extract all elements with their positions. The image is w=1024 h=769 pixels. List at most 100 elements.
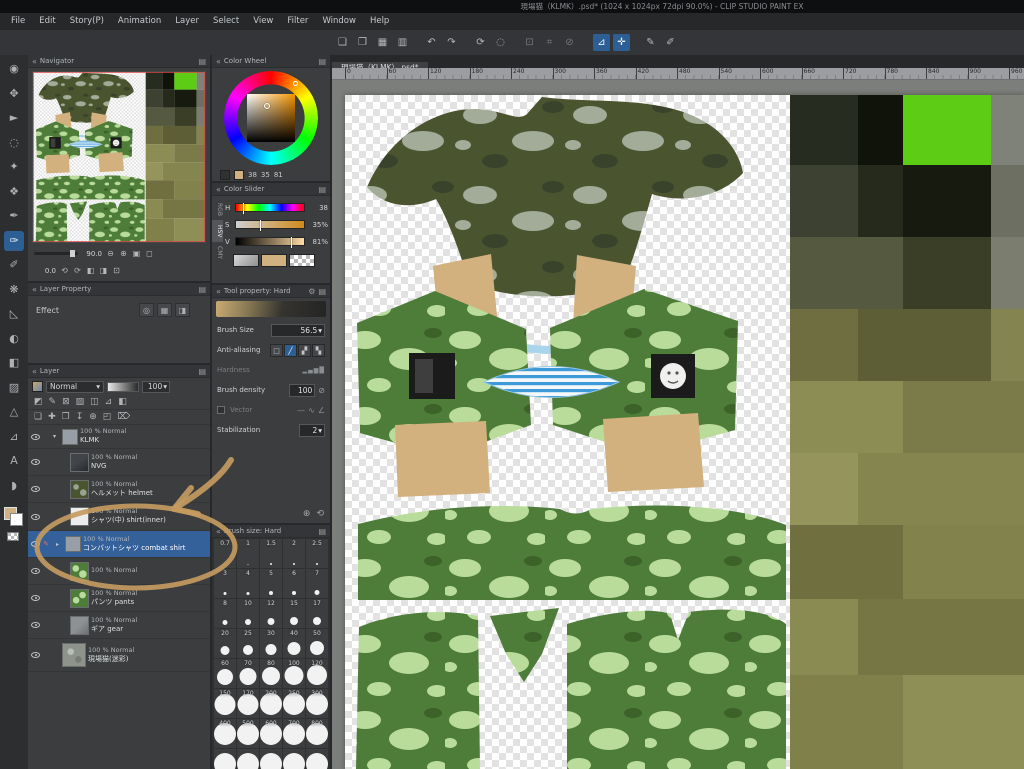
merge-down-icon[interactable]: ⊕ [89, 412, 97, 422]
brush-size-preset[interactable]: 80 [260, 659, 282, 688]
transparent-swatch[interactable] [289, 254, 315, 267]
airbrush-tool-icon[interactable]: ✑ [4, 230, 24, 251]
brush-size-preset[interactable]: 30 [260, 629, 282, 658]
canvas-page[interactable] [345, 95, 1024, 769]
vector-line-icon[interactable]: — [297, 406, 305, 415]
brush-size-preset[interactable]: 5 [260, 569, 282, 598]
rotate-left-icon[interactable]: ⟲ [58, 266, 71, 275]
brush-size-preset[interactable]: 1 [237, 539, 259, 568]
snap-to-ruler-icon[interactable]: ⊿ [593, 34, 610, 51]
brush-size-preset[interactable] [260, 749, 282, 769]
move-tool-icon[interactable]: ✥ [4, 84, 24, 104]
brush-size-preset[interactable] [283, 749, 305, 769]
save-icon[interactable]: ▦ [374, 34, 391, 51]
flip-horizontal-icon[interactable]: ◧ [84, 266, 97, 275]
menu-item[interactable]: Layer [168, 13, 206, 30]
layer-row[interactable]: 100 % Normal パンツ pants [28, 585, 210, 612]
brush-size-preset[interactable]: 25 [237, 629, 259, 658]
brush-size-preset[interactable]: 300 [306, 689, 328, 718]
refresh-icon[interactable]: ⟳ [472, 34, 489, 51]
layer-thumbnail[interactable] [70, 588, 89, 608]
layer-visibility-eye-icon[interactable] [31, 513, 40, 520]
actual-size-icon[interactable]: ◻ [143, 249, 156, 258]
brush-size-preset[interactable]: 700 [283, 719, 305, 748]
canvas-viewport[interactable] [332, 80, 1024, 769]
layer-visibility-eye-icon[interactable] [31, 568, 40, 574]
layer-row[interactable]: 100 % Normal 現場猫(迷彩) [28, 639, 210, 672]
menu-item[interactable]: File [4, 13, 32, 30]
layer-row[interactable]: ▾ 100 % Normal KLMK [28, 425, 210, 449]
layer-visibility-eye-icon[interactable] [31, 541, 40, 547]
brush-size-preset[interactable]: 150 [214, 689, 236, 718]
effect-border-icon[interactable]: ◎ [139, 303, 154, 317]
layer-thumbnail[interactable] [65, 536, 81, 552]
s-slider[interactable] [235, 220, 305, 231]
brush-size-preset[interactable]: 800 [306, 719, 328, 748]
brush-size-preset[interactable]: 1.5 [260, 539, 282, 568]
pen-pressure-icon[interactable]: ✐ [662, 34, 679, 51]
collapse-icon[interactable]: « [216, 183, 221, 196]
collapse-icon[interactable]: « [216, 525, 221, 538]
layer-expand-arrow-icon[interactable]: ▾ [53, 433, 60, 440]
layer-row[interactable]: 100 % Normal ヘルメット helmet [28, 476, 210, 503]
collapse-icon[interactable]: « [32, 365, 37, 378]
h-slider[interactable] [235, 203, 305, 214]
layer-thumbnail[interactable] [70, 452, 89, 472]
brush-tool-icon[interactable]: ✐ [4, 255, 24, 275]
brush-size-preset[interactable]: 10 [237, 599, 259, 628]
density-effect-icon[interactable]: ⊘ [318, 384, 325, 397]
anti-alias-weak-icon[interactable]: ╱ [284, 343, 297, 357]
snap-to-special-ruler-icon[interactable]: ✛ [613, 34, 630, 51]
layer-thumbnail[interactable] [70, 479, 89, 499]
gradient-tool-icon[interactable]: ▨ [4, 378, 24, 398]
color-mode-tab[interactable]: HSV [212, 220, 223, 242]
panel-menu-icon[interactable]: ▤ [198, 283, 206, 296]
new-vector-layer-icon[interactable]: ✚ [48, 412, 56, 422]
sub-color-chip[interactable] [10, 513, 23, 526]
vector-checkbox[interactable] [217, 406, 225, 414]
blend-tool-icon[interactable]: ◐ [4, 329, 24, 349]
flip-vertical-icon[interactable]: ◨ [97, 266, 110, 275]
brush-size-preset[interactable]: 500 [237, 719, 259, 748]
layer-visibility-eye-icon[interactable] [31, 622, 40, 628]
navigator-thumbnail[interactable] [33, 72, 205, 242]
zoom-slider[interactable] [34, 250, 78, 257]
menu-item[interactable]: View [246, 13, 280, 30]
collapse-icon[interactable]: « [216, 285, 221, 298]
text-tool-icon[interactable]: A [4, 451, 24, 471]
lock-layer-icon[interactable]: ⊠ [62, 397, 70, 407]
brush-size-preset[interactable]: 120 [306, 659, 328, 688]
brush-size-preset[interactable]: 200 [260, 689, 282, 718]
layer-row[interactable]: ✎ ▸ 100 % Normal コンバットシャツ combat shirt [28, 531, 210, 558]
pen-tool-icon[interactable]: ✒ [4, 206, 24, 226]
layer-thumbnail[interactable] [62, 428, 78, 445]
decoration-tool-icon[interactable]: ❋ [4, 280, 24, 300]
effect-tone-icon[interactable]: ▦ [157, 303, 172, 317]
opacity-value[interactable]: 100 ▾ [142, 380, 170, 393]
ruler-icon[interactable]: ⊿ [105, 397, 113, 407]
brush-size-preset[interactable]: 17 [306, 599, 328, 628]
new-raster-layer-icon[interactable]: ❏ [34, 412, 42, 422]
brush-density-field[interactable]: 100 [289, 383, 316, 397]
sub-color-swatch[interactable] [261, 254, 287, 267]
wrench-icon[interactable]: ⚙ [308, 285, 315, 298]
layer-visibility-eye-icon[interactable] [31, 486, 40, 492]
layer-row[interactable]: 100 % Normal NVG [28, 449, 210, 476]
transfer-down-icon[interactable]: ↧ [76, 412, 84, 422]
hardness-steps-icon[interactable]: ▂▄▆█ [303, 367, 325, 374]
menu-item[interactable]: Animation [111, 13, 168, 30]
vector-curve-icon[interactable]: ∿ [308, 406, 315, 415]
panel-menu-icon[interactable]: ▤ [198, 55, 206, 68]
reset-tool-icon[interactable]: ⟲ [316, 509, 324, 519]
draft-layer-icon[interactable]: ✎ [49, 397, 57, 407]
zoom-tool-icon[interactable]: ◉ [4, 59, 24, 79]
layer-visibility-eye-icon[interactable] [31, 595, 40, 601]
collapse-icon[interactable]: « [32, 55, 37, 68]
layer-visibility-eye-icon[interactable] [31, 652, 40, 658]
layer-row[interactable]: 100 % Normal [28, 558, 210, 585]
brush-size-preset[interactable]: 15 [283, 599, 305, 628]
ruler-tool-icon[interactable]: ⊿ [4, 427, 24, 447]
brush-size-preset[interactable]: 6 [283, 569, 305, 598]
grid-icon[interactable]: ⌗ [541, 34, 558, 51]
brush-size-preset[interactable]: 20 [214, 629, 236, 658]
